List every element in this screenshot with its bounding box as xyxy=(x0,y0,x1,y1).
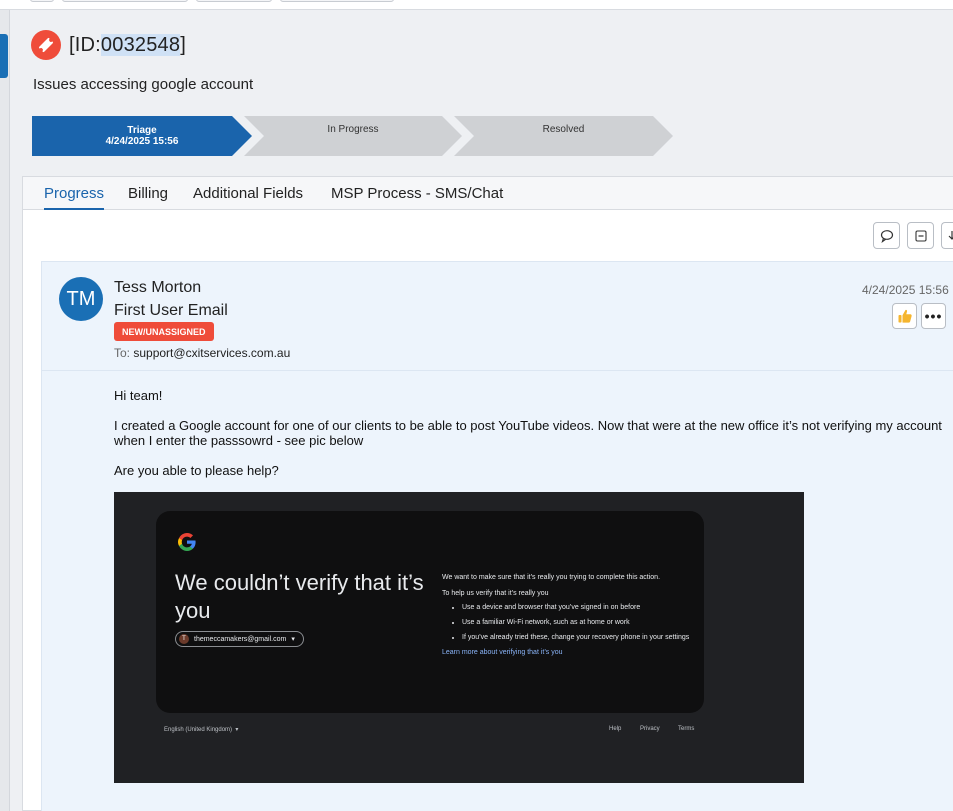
email-title: First User Email xyxy=(114,302,228,319)
comment-icon xyxy=(880,229,893,243)
ticket-id: [ID:0032548] xyxy=(69,34,186,56)
toolbar-button[interactable] xyxy=(62,0,188,2)
footer-help: Help xyxy=(609,726,622,732)
email-question: Are you able to please help? xyxy=(114,463,279,478)
thumbs-up-icon xyxy=(898,309,912,323)
ticket-subject: Issues accessing google account xyxy=(33,76,254,93)
list-item: Use a device and browser that you’ve sig… xyxy=(462,603,692,613)
tab-bar: Progress Billing Additional Fields MSP P… xyxy=(23,177,953,210)
comment-button[interactable] xyxy=(873,222,900,249)
ticket-icon xyxy=(31,30,61,60)
tab-additional-fields[interactable]: Additional Fields xyxy=(193,185,303,202)
list-item: Use a familiar Wi-Fi network, such as at… xyxy=(462,618,692,628)
stage-in-progress[interactable]: In Progress xyxy=(244,116,462,156)
chevron-down-icon: ▾ xyxy=(291,636,295,643)
status-badge: NEW/UNASSIGNED xyxy=(114,322,214,341)
sender-name: Tess Morton xyxy=(114,279,202,296)
collapse-button[interactable] xyxy=(907,222,934,249)
tab-msp-process[interactable]: MSP Process - SMS/Chat xyxy=(331,185,503,202)
footer-language: English (United Kingdom) ▾ xyxy=(164,727,239,733)
collapse-icon xyxy=(914,229,927,242)
stage-resolved[interactable]: Resolved xyxy=(454,116,673,156)
account-chip: T themeccamakers@gmail.com ▾ xyxy=(175,631,304,647)
more-options-button[interactable]: ••• xyxy=(921,303,946,329)
recipient-line: To: support@cxitservices.com.au xyxy=(114,346,291,360)
google-logo-icon xyxy=(178,533,196,551)
list-item: If you’ve already tried these, change yo… xyxy=(462,633,692,643)
toolbar-button[interactable] xyxy=(280,0,394,2)
footer-terms: Terms xyxy=(678,726,695,732)
stage-triage[interactable]: Triage 4/24/2025 15:56 xyxy=(32,116,252,156)
ticket-id-number: 0032548 xyxy=(100,34,181,56)
footer-privacy: Privacy xyxy=(640,726,660,732)
email-timestamp: 4/24/2025 15:56 xyxy=(862,283,949,297)
active-nav-marker[interactable] xyxy=(0,34,8,78)
attached-screenshot[interactable]: We couldn’t verify that it’s you T theme… xyxy=(114,492,804,783)
download-button[interactable] xyxy=(941,222,953,249)
progress-stages: Triage 4/24/2025 15:56 In Progress Resol… xyxy=(32,116,682,156)
verify-heading: We couldn’t verify that it’s you xyxy=(175,570,424,623)
download-icon xyxy=(948,230,953,240)
verify-instructions: We want to make sure that it’s really yo… xyxy=(442,573,692,658)
learn-more-link: Learn more about verifying that it’s you xyxy=(442,649,563,656)
top-toolbar xyxy=(0,0,953,10)
ticket-header: [ID:0032548] Issues accessing google acc… xyxy=(10,10,953,176)
email-divider xyxy=(42,370,953,371)
account-email: themeccamakers@gmail.com xyxy=(194,635,287,643)
email-entry: TM Tess Morton First User Email NEW/UNAS… xyxy=(41,261,953,811)
left-nav-strip xyxy=(0,10,10,811)
tab-progress[interactable]: Progress xyxy=(44,185,105,210)
google-verify-card: We couldn’t verify that it’s you T theme… xyxy=(156,511,704,713)
tab-billing[interactable]: Billing xyxy=(128,185,168,202)
like-button[interactable] xyxy=(892,303,917,329)
avatar: TM xyxy=(59,277,103,321)
ticket-detail-panel: Progress Billing Additional Fields MSP P… xyxy=(22,176,953,811)
account-avatar: T xyxy=(179,634,189,644)
recipient-address[interactable]: support@cxitservices.com.au xyxy=(133,346,290,360)
email-greeting: Hi team! xyxy=(114,388,163,403)
email-paragraph: I created a Google account for one of ou… xyxy=(114,418,942,448)
toolbar-button[interactable] xyxy=(30,0,54,2)
toolbar-button[interactable] xyxy=(196,0,272,2)
